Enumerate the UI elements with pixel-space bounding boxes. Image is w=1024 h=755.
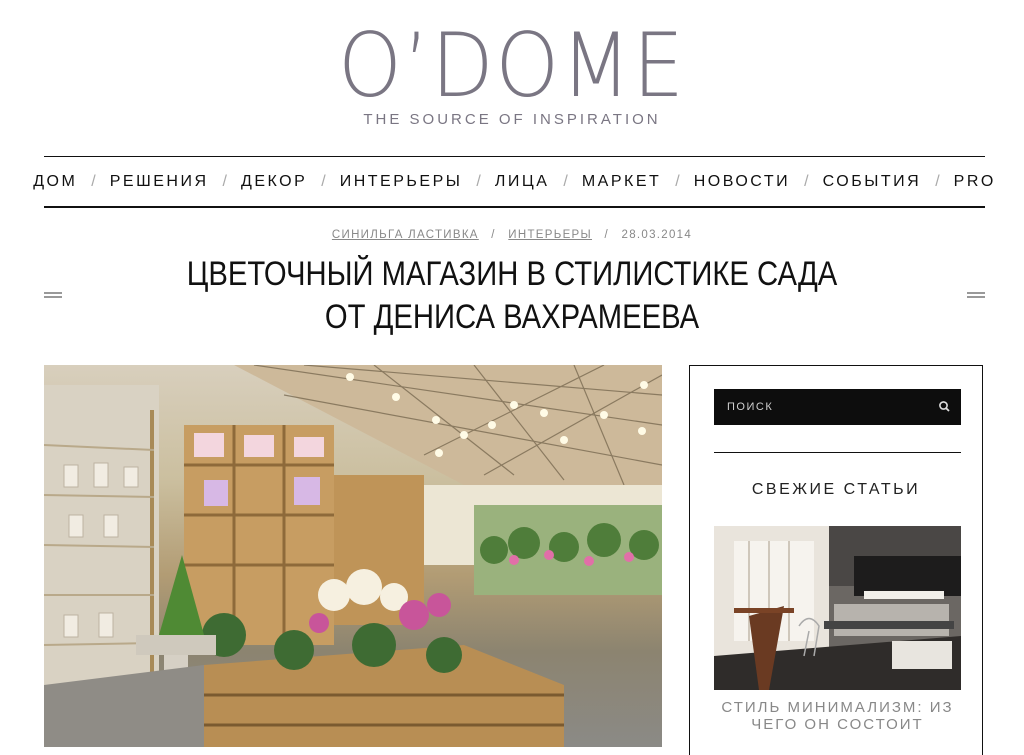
nav-item-pro[interactable]: PRO <box>954 173 996 191</box>
sidebar-divider <box>714 452 961 453</box>
nav-item-novosti[interactable]: НОВОСТИ <box>694 173 790 191</box>
main-nav: ДОМ / РЕШЕНИЯ / ДЕКОР / ИНТЕРЬЕРЫ / ЛИЦА… <box>33 157 993 206</box>
recent-posts-title: СВЕЖИЕ СТАТЬИ <box>751 481 921 498</box>
nav-separator: / <box>91 172 96 190</box>
search-icon[interactable] <box>935 397 955 417</box>
nav-separator: / <box>935 172 940 190</box>
article-meta: СИНИЛЬГА ЛАСТИВКА / ИНТЕРЬЕРЫ / 28.03.20… <box>0 229 1024 241</box>
title-decoration-left <box>44 292 62 298</box>
nav-separator: / <box>321 172 326 190</box>
meta-separator: / <box>604 229 610 241</box>
nav-separator: / <box>563 172 568 190</box>
sidebar: СВЕЖИЕ СТАТЬИ СТИЛЬ МИНИМАЛИЗМ: ИЗ ЧЕГО … <box>689 365 983 755</box>
search-input[interactable] <box>714 389 924 425</box>
logo-wrap: O’DOME <box>0 18 1024 114</box>
bedroom-illustration <box>714 526 961 690</box>
article-hero-image[interactable] <box>44 365 662 747</box>
nav-item-dom[interactable]: ДОМ <box>33 173 77 191</box>
site-tagline: THE SOURCE OF INSPIRATION <box>363 111 661 128</box>
recent-post-thumbnail[interactable] <box>714 526 961 690</box>
nav-item-interery[interactable]: ИНТЕРЬЕРЫ <box>340 173 463 191</box>
nav-bottom-rule <box>44 206 985 208</box>
author-link[interactable]: СИНИЛЬГА ЛАСТИВКА <box>332 229 479 241</box>
article-title: ЦВЕТОЧНЫЙ МАГАЗИН В СТИЛИСТИКЕ САДА ОТ Д… <box>186 255 838 336</box>
nav-separator: / <box>476 172 481 190</box>
site-logo[interactable]: O’DOME <box>338 18 686 114</box>
article-date: 28.03.2014 <box>621 229 693 241</box>
nav-item-dekor[interactable]: ДЕКОР <box>241 173 307 191</box>
flower-shop-illustration <box>44 365 662 747</box>
nav-item-litsa[interactable]: ЛИЦА <box>495 173 550 191</box>
meta-separator: / <box>491 229 496 241</box>
nav-item-market[interactable]: МАРКЕТ <box>582 173 661 191</box>
nav-item-resheniya[interactable]: РЕШЕНИЯ <box>110 173 209 191</box>
title-decoration-right <box>967 292 985 298</box>
nav-separator: / <box>222 172 227 190</box>
nav-separator: / <box>804 172 809 190</box>
nav-separator: / <box>675 172 680 190</box>
search-box <box>714 389 961 425</box>
category-link[interactable]: ИНТЕРЬЕРЫ <box>508 229 592 241</box>
nav-item-sobytiya[interactable]: СОБЫТИЯ <box>823 173 922 191</box>
recent-post-title[interactable]: СТИЛЬ МИНИМАЛИЗМ: ИЗ ЧЕГО ОН СОСТОИТ <box>714 699 961 733</box>
